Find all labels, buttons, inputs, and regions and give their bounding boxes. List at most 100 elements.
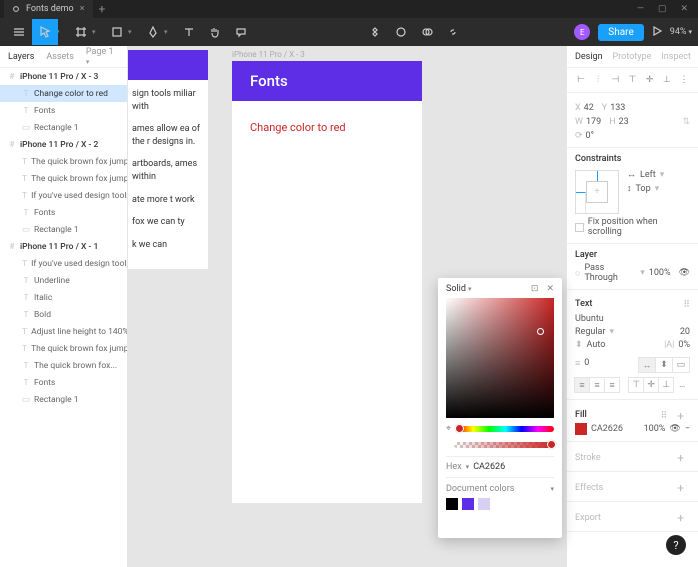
layer-row[interactable]: TThe quick brown fox jumped... bbox=[0, 153, 127, 170]
assets-tab[interactable]: Assets bbox=[46, 52, 74, 62]
constraints-widget[interactable]: + bbox=[575, 170, 619, 214]
add-fill-button[interactable]: + bbox=[671, 409, 690, 423]
toolbar: ▾ ▾ ▾ ▾ E Share 94%▾ bbox=[0, 18, 698, 46]
align-controls[interactable]: ⊢⫶⊣⊤✛⊥⋮ bbox=[575, 74, 690, 86]
font-size[interactable]: 20 bbox=[680, 327, 690, 337]
hand-tool[interactable] bbox=[202, 19, 228, 45]
hex-input[interactable]: CA2626 bbox=[473, 462, 505, 472]
constraint-v[interactable]: Top bbox=[636, 184, 651, 194]
text-align[interactable]: ≡≡≡⊤✛⊥… bbox=[575, 377, 690, 393]
zoom-display[interactable]: 94%▾ bbox=[670, 27, 692, 37]
effects-header: Effects bbox=[575, 483, 603, 493]
layers-tab[interactable]: Layers bbox=[8, 52, 34, 62]
layer-row[interactable]: TUnderline bbox=[0, 272, 127, 289]
maximize-icon[interactable]: ▢ bbox=[658, 4, 667, 14]
minimize-icon[interactable]: — bbox=[637, 4, 644, 14]
blend-mode[interactable]: Pass Through bbox=[584, 263, 636, 283]
layer-row[interactable]: TBold bbox=[0, 306, 127, 323]
x-input[interactable]: 42 bbox=[584, 103, 594, 113]
properties-panel: Design Prototype Inspect ⊢⫶⊣⊤✛⊥⋮ X42Y133… bbox=[566, 46, 698, 567]
help-button[interactable]: ? bbox=[666, 535, 686, 555]
font-weight[interactable]: Regular bbox=[575, 327, 605, 337]
move-tool[interactable] bbox=[32, 19, 58, 45]
fill-visibility-icon[interactable]: 👁 bbox=[669, 424, 680, 434]
picker-close-icon[interactable]: ✕ bbox=[546, 284, 554, 294]
add-export-button[interactable]: + bbox=[671, 511, 690, 525]
letter-spacing[interactable]: 0% bbox=[678, 340, 690, 350]
layer-row[interactable]: TAdjust line height to 140% an... bbox=[0, 323, 127, 340]
picker-mode[interactable]: Solid bbox=[446, 284, 466, 294]
avatar[interactable]: E bbox=[574, 24, 590, 40]
stroke-header: Stroke bbox=[575, 453, 601, 463]
prototype-tab[interactable]: Prototype bbox=[613, 52, 652, 62]
add-stroke-button[interactable]: + bbox=[671, 451, 690, 465]
line-height[interactable]: Auto bbox=[587, 340, 606, 350]
layer-row[interactable]: #iPhone 11 Pro / X - 3 bbox=[0, 68, 127, 85]
layer-row[interactable]: #iPhone 11 Pro / X - 2 bbox=[0, 136, 127, 153]
mask-icon[interactable] bbox=[388, 19, 414, 45]
new-tab-button[interactable]: + bbox=[93, 2, 112, 16]
layer-row[interactable]: ▭Rectangle 1 bbox=[0, 391, 127, 408]
page-selector[interactable]: Page 1 ▾ bbox=[86, 47, 119, 67]
comment-tool[interactable] bbox=[228, 19, 254, 45]
present-button[interactable] bbox=[652, 26, 662, 39]
layer-row[interactable]: TThe quick brown fox jumped... bbox=[0, 170, 127, 187]
frame-tool[interactable] bbox=[68, 19, 94, 45]
layer-row[interactable]: #iPhone 11 Pro / X - 1 bbox=[0, 238, 127, 255]
paragraph-spacing[interactable]: 0 bbox=[584, 358, 589, 368]
layer-row[interactable]: TThe quick brown fox jumped... bbox=[0, 340, 127, 357]
layer-row[interactable]: TChange color to red bbox=[0, 85, 127, 102]
saturation-value-area[interactable] bbox=[446, 298, 554, 418]
close-tab-icon[interactable]: × bbox=[80, 4, 85, 14]
layer-row[interactable]: TFonts bbox=[0, 204, 127, 221]
layer-row[interactable]: ▭Rectangle 1 bbox=[0, 221, 127, 238]
close-window-icon[interactable]: ✕ bbox=[680, 4, 688, 14]
titlebar: Fonts demo × + — ▢ ✕ bbox=[0, 0, 698, 18]
fill-header: Fill bbox=[575, 410, 587, 420]
file-tab[interactable]: Fonts demo × bbox=[4, 0, 93, 18]
text-resize[interactable]: ↔⬍▭ bbox=[639, 357, 690, 373]
main-menu-button[interactable] bbox=[6, 19, 32, 45]
layer-row[interactable]: ▭Rectangle 1 bbox=[0, 119, 127, 136]
visibility-icon[interactable]: 👁 bbox=[679, 268, 690, 278]
boolean-icon[interactable] bbox=[414, 19, 440, 45]
design-tab[interactable]: Design bbox=[575, 52, 603, 62]
font-family[interactable]: Ubuntu bbox=[575, 314, 604, 324]
shape-tool[interactable] bbox=[104, 19, 130, 45]
fill-opacity[interactable]: 100% bbox=[644, 424, 666, 434]
hue-slider[interactable] bbox=[457, 426, 554, 432]
add-effect-button[interactable]: + bbox=[671, 481, 690, 495]
text-tool[interactable] bbox=[176, 19, 202, 45]
link-icon[interactable] bbox=[440, 19, 466, 45]
layer-row[interactable]: TFonts bbox=[0, 374, 127, 391]
y-input[interactable]: 133 bbox=[610, 103, 625, 113]
text-styles-icon[interactable]: ⠿ bbox=[683, 300, 690, 310]
inspect-tab[interactable]: Inspect bbox=[661, 52, 691, 62]
doc-swatches[interactable] bbox=[446, 498, 554, 510]
fill-swatch[interactable] bbox=[575, 423, 587, 435]
w-input[interactable]: 179 bbox=[586, 117, 601, 127]
pen-tool[interactable] bbox=[140, 19, 166, 45]
layer-row[interactable]: TItalic bbox=[0, 289, 127, 306]
share-button[interactable]: Share bbox=[598, 24, 643, 41]
component-icon[interactable] bbox=[362, 19, 388, 45]
frame-label: iPhone 11 Pro / X - 3 bbox=[232, 50, 422, 59]
rotation-input[interactable]: 0° bbox=[586, 131, 594, 141]
alpha-slider[interactable] bbox=[454, 442, 554, 448]
frame-iphone-3[interactable]: iPhone 11 Pro / X - 3 Fonts Change color… bbox=[232, 50, 422, 503]
layer-header: Layer bbox=[575, 250, 690, 260]
eyedropper-icon[interactable]: ⌖ bbox=[446, 424, 451, 434]
h-input[interactable]: 23 bbox=[619, 117, 629, 127]
fill-hex[interactable]: CA2626 bbox=[591, 424, 623, 434]
remove-fill-button[interactable]: − bbox=[685, 424, 690, 434]
constraint-h[interactable]: Left bbox=[640, 170, 656, 180]
picker-styles-icon[interactable]: ⊡ bbox=[531, 284, 539, 294]
hex-label[interactable]: Hex bbox=[446, 462, 462, 472]
layer-row[interactable]: TIf you've used design tools be... bbox=[0, 187, 127, 204]
layer-row[interactable]: TIf you've used design tools be... bbox=[0, 255, 127, 272]
layer-opacity[interactable]: 100% bbox=[649, 268, 671, 278]
layer-row[interactable]: TFonts bbox=[0, 102, 127, 119]
layer-row[interactable]: TThe quick brown fox... bbox=[0, 357, 127, 374]
selected-text-layer[interactable]: Change color to red bbox=[232, 101, 422, 154]
fix-position-checkbox[interactable]: Fix position when scrolling bbox=[588, 217, 690, 237]
